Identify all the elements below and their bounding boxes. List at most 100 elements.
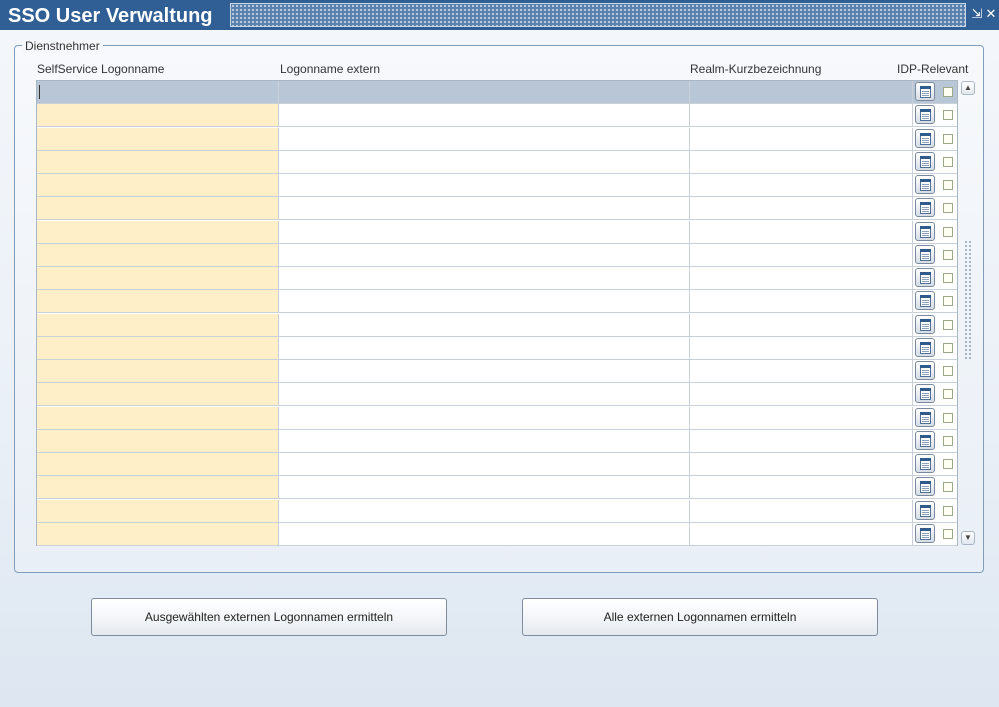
realm-kurzbezeichnung-cell[interactable] (690, 127, 913, 150)
selfservice-logonname-cell[interactable] (37, 406, 279, 429)
selfservice-logonname-cell[interactable] (37, 243, 279, 266)
idp-relevant-checkbox[interactable] (943, 249, 953, 260)
table-row[interactable] (37, 336, 957, 360)
realm-kurzbezeichnung-cell[interactable] (690, 81, 913, 103)
idp-relevant-checkbox[interactable] (943, 296, 953, 307)
selfservice-logonname-cell[interactable] (37, 313, 279, 336)
edit-document-icon[interactable] (915, 128, 935, 148)
selfservice-logonname-cell[interactable] (37, 499, 279, 522)
edit-document-icon[interactable] (915, 82, 935, 101)
logonname-extern-cell[interactable] (279, 383, 690, 406)
logonname-extern-cell[interactable] (279, 499, 690, 522)
realm-kurzbezeichnung-cell[interactable] (690, 150, 913, 173)
idp-relevant-cell[interactable] (913, 290, 957, 312)
idp-relevant-cell[interactable] (913, 407, 957, 429)
edit-document-icon[interactable] (915, 407, 935, 427)
idp-relevant-cell[interactable] (913, 337, 957, 359)
logonname-extern-cell[interactable] (279, 290, 690, 313)
logonname-extern-cell[interactable] (279, 453, 690, 475)
vertical-scrollbar[interactable]: ▲ ▼ (961, 80, 975, 546)
edit-document-icon[interactable] (915, 268, 935, 287)
idp-relevant-cell[interactable] (913, 221, 957, 243)
idp-relevant-cell[interactable] (913, 476, 957, 498)
idp-relevant-checkbox[interactable] (943, 412, 953, 423)
edit-document-icon[interactable] (915, 523, 935, 543)
idp-relevant-cell[interactable] (913, 104, 957, 126)
idp-relevant-checkbox[interactable] (943, 87, 953, 97)
edit-document-icon[interactable] (915, 291, 935, 311)
realm-kurzbezeichnung-cell[interactable] (690, 522, 913, 545)
scroll-down-icon[interactable]: ▼ (961, 531, 975, 545)
table-row[interactable] (37, 313, 957, 337)
edit-document-icon[interactable] (915, 151, 935, 171)
determine-selected-logonname-button[interactable]: Ausgewählten externen Logonnamen ermitte… (91, 598, 447, 636)
selfservice-logonname-cell[interactable] (37, 220, 279, 243)
logonname-extern-cell[interactable] (279, 522, 690, 545)
selfservice-logonname-cell[interactable] (37, 104, 279, 127)
table-row[interactable] (37, 453, 957, 476)
edit-document-icon[interactable] (915, 361, 935, 380)
realm-kurzbezeichnung-cell[interactable] (690, 174, 913, 196)
selfservice-logonname-cell[interactable] (37, 360, 279, 382)
scroll-thumb[interactable] (964, 240, 972, 360)
realm-kurzbezeichnung-cell[interactable] (690, 336, 913, 359)
selfservice-logonname-cell[interactable] (37, 290, 279, 313)
table-row[interactable] (37, 522, 957, 546)
idp-relevant-checkbox[interactable] (943, 180, 953, 190)
realm-kurzbezeichnung-cell[interactable] (690, 220, 913, 243)
realm-kurzbezeichnung-cell[interactable] (690, 406, 913, 429)
table-row[interactable] (37, 104, 957, 128)
logonname-extern-cell[interactable] (279, 81, 690, 103)
edit-document-icon[interactable] (915, 454, 935, 473)
realm-kurzbezeichnung-cell[interactable] (690, 104, 913, 127)
table-row[interactable] (37, 150, 957, 174)
table-row[interactable] (37, 267, 957, 290)
idp-relevant-checkbox[interactable] (943, 203, 953, 214)
logonname-extern-cell[interactable] (279, 406, 690, 429)
table-row[interactable] (37, 290, 957, 314)
selfservice-logonname-cell[interactable] (37, 429, 279, 452)
idp-relevant-cell[interactable] (913, 453, 957, 475)
logonname-extern-cell[interactable] (279, 104, 690, 127)
edit-document-icon[interactable] (915, 500, 935, 520)
idp-relevant-checkbox[interactable] (943, 505, 953, 516)
table-row[interactable] (37, 127, 957, 151)
table-row[interactable] (37, 476, 957, 500)
idp-relevant-checkbox[interactable] (943, 273, 953, 283)
idp-relevant-cell[interactable] (913, 151, 957, 173)
idp-relevant-cell[interactable] (913, 430, 957, 452)
idp-relevant-checkbox[interactable] (943, 226, 953, 237)
idp-relevant-cell[interactable] (913, 383, 957, 405)
idp-relevant-cell[interactable] (913, 360, 957, 382)
table-row[interactable] (37, 360, 957, 383)
idp-relevant-cell[interactable] (913, 267, 957, 289)
edit-document-icon[interactable] (915, 477, 935, 497)
realm-kurzbezeichnung-cell[interactable] (690, 476, 913, 499)
close-icon[interactable]: ✕ (984, 6, 998, 22)
realm-kurzbezeichnung-cell[interactable] (690, 267, 913, 289)
selfservice-logonname-cell[interactable] (37, 453, 279, 475)
table-row[interactable] (37, 174, 957, 197)
edit-document-icon[interactable] (915, 384, 935, 404)
edit-document-icon[interactable] (915, 105, 935, 125)
selfservice-logonname-cell[interactable] (37, 383, 279, 406)
minimize-icon[interactable]: ⇲ (970, 6, 984, 22)
logonname-extern-cell[interactable] (279, 150, 690, 173)
table-row[interactable] (37, 499, 957, 523)
idp-relevant-cell[interactable] (913, 244, 957, 266)
logonname-extern-cell[interactable] (279, 429, 690, 452)
idp-relevant-checkbox[interactable] (943, 156, 953, 167)
idp-relevant-cell[interactable] (913, 174, 957, 196)
idp-relevant-cell[interactable] (913, 500, 957, 522)
idp-relevant-checkbox[interactable] (943, 366, 953, 376)
selfservice-logonname-cell[interactable] (37, 522, 279, 545)
realm-kurzbezeichnung-cell[interactable] (690, 429, 913, 452)
table-row[interactable] (37, 383, 957, 407)
logonname-extern-cell[interactable] (279, 360, 690, 382)
idp-relevant-cell[interactable] (913, 81, 957, 103)
selfservice-logonname-cell[interactable] (37, 336, 279, 359)
table-row[interactable] (37, 429, 957, 453)
table-row[interactable] (37, 197, 957, 221)
selfservice-logonname-cell[interactable] (37, 267, 279, 289)
idp-relevant-checkbox[interactable] (943, 133, 953, 144)
